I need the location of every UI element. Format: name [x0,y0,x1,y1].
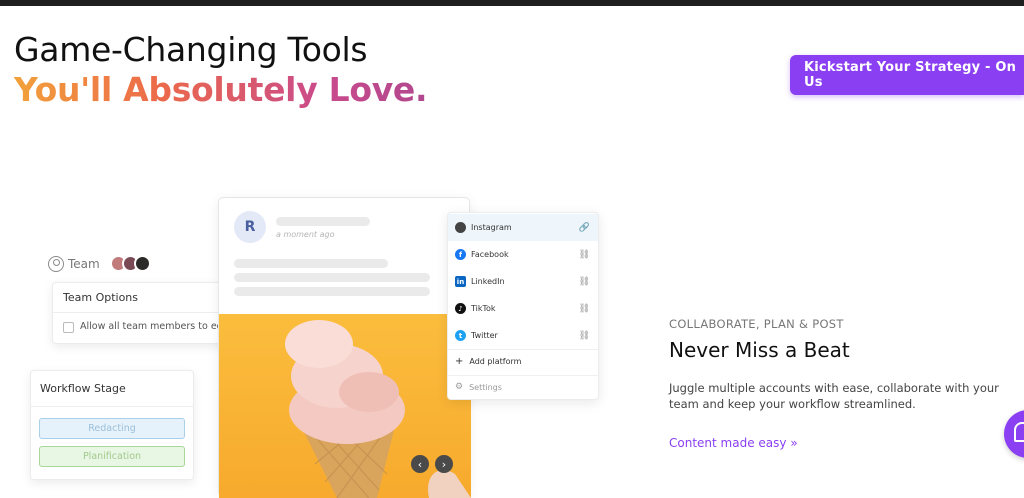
ice-cream-image [285,320,471,498]
settings-label: Settings [469,382,502,392]
link-icon[interactable]: 🔗 [579,223,590,233]
stage-redacting[interactable]: Redacting [39,418,185,439]
user-icon [48,255,64,272]
linkedin-icon: in [455,276,466,287]
link-label: Content made easy [669,436,787,450]
platform-name: Instagram [471,223,512,232]
platforms-card: Instagram 🔗 f Facebook ⛓ in LinkedIn ⛓ ♪… [447,212,599,400]
feature-eyebrow: COLLABORATE, PLAN & POST [669,317,844,331]
divider [53,312,235,313]
platform-name: Facebook [471,250,509,259]
double-chevron-right-icon: » [790,436,798,450]
platform-name: Twitter [471,331,498,340]
divider [448,349,598,350]
text-placeholder [234,287,430,296]
avatar: R [234,211,266,243]
text-placeholder [234,273,430,282]
stage-planification[interactable]: Planification [39,446,185,467]
workflow-stage-card: Workflow Stage Redacting Planification [30,370,194,480]
platform-name: TikTok [471,304,496,313]
text-placeholder [234,259,388,268]
unlink-icon[interactable]: ⛓ [579,250,590,260]
post-timestamp: a moment ago [276,230,335,239]
platform-row-instagram[interactable]: Instagram 🔗 [448,214,598,241]
platform-row-tiktok[interactable]: ♪ TikTok ⛓ [448,295,598,322]
top-bar [0,0,1024,6]
platform-row-facebook[interactable]: f Facebook ⛓ [448,241,598,268]
platform-row-twitter[interactable]: t Twitter ⛓ [448,322,598,349]
unlink-icon[interactable]: ⛓ [579,304,590,314]
hero-title-line1: Game-Changing Tools [14,30,368,69]
post-preview-card: R a moment ago ‹ › [218,197,471,498]
allow-edit-checkbox[interactable] [63,322,74,333]
allow-edit-label: Allow all team members to edit [80,321,230,332]
divider [31,406,193,407]
team-label: Team [68,256,100,271]
settings-button[interactable]: ⚙ Settings [455,382,502,392]
prev-arrow-icon[interactable]: ‹ [411,455,429,473]
workflow-title: Workflow Stage [40,382,126,395]
hero-title-line2: You'll Absolutely Love. [14,70,428,109]
add-platform-button[interactable]: + Add platform [455,356,521,367]
tiktok-icon: ♪ [455,303,466,314]
content-made-easy-link[interactable]: Content made easy » [669,436,798,450]
chat-widget-button[interactable] [1004,410,1024,458]
post-image [219,314,471,498]
gear-icon: ⚙ [455,382,464,392]
plus-icon: + [455,356,464,367]
platform-name: LinkedIn [471,277,505,286]
platform-row-linkedin[interactable]: in LinkedIn ⛓ [448,268,598,295]
cta-button[interactable]: Kickstart Your Strategy - On Us [790,55,1024,95]
team-avatars [109,255,151,272]
twitter-icon: t [455,330,466,341]
feature-heading: Never Miss a Beat [669,338,850,362]
add-platform-label: Add platform [469,357,522,366]
facebook-icon: f [455,249,466,260]
feature-description: Juggle multiple accounts with ease, coll… [669,381,999,411]
instagram-icon [455,222,466,233]
unlink-icon[interactable]: ⛓ [579,277,590,287]
divider [448,375,598,376]
team-options-title: Team Options [63,291,139,304]
avatar [133,255,151,272]
unlink-icon[interactable]: ⛓ [579,331,590,341]
team-header: Team [48,255,151,272]
name-placeholder [276,217,370,226]
team-options-card: Team Options Allow all team members to e… [52,282,236,344]
next-arrow-icon[interactable]: › [435,455,453,473]
